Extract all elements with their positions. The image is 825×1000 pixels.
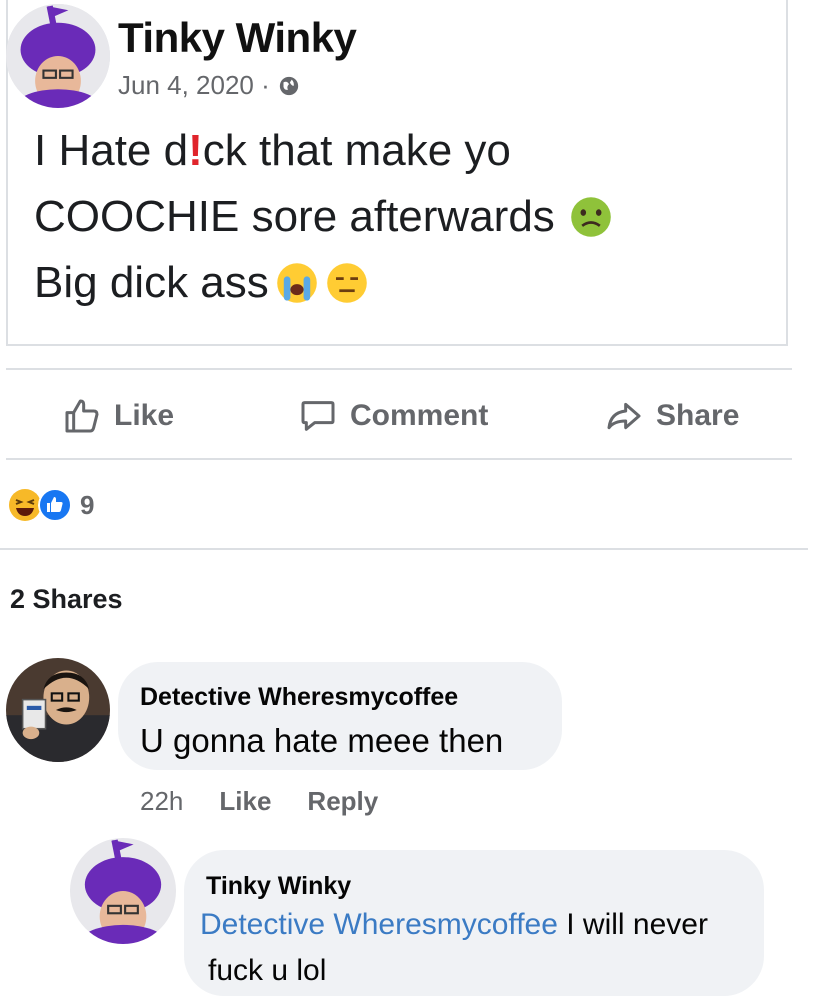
reaction-count: 9 [80,489,95,520]
reply-text-line-1: Detective Wheresmycoffee I will never [200,908,708,942]
comment-timestamp[interactable]: 22h [140,786,183,817]
divider-bottom-actions [6,458,792,460]
comment-button[interactable]: Comment [298,396,488,436]
divider-top-actions [6,368,792,370]
shares-count[interactable]: 2 Shares [10,584,123,615]
reply-text-line-2: fuck u lol [208,954,327,987]
post-text-line-3-text: Big dick ass [34,258,269,307]
comment-icon [301,401,335,431]
laughing-face-icon [9,489,41,521]
comment-text: U gonna hate meee then [140,722,504,759]
comment-actions: 22h Like Reply [140,786,378,817]
detective-avatar-icon [6,658,110,762]
reply-text-after-mention: I will never [557,908,708,941]
reply-author-avatar[interactable] [70,838,176,944]
expressionless-face-icon [326,263,367,303]
thumbs-up-outline-icon [65,399,99,433]
comment-author-name[interactable]: Detective Wheresmycoffee [140,683,458,712]
divider-reactions [0,548,808,550]
teletubby-avatar-icon [6,4,110,108]
post-author-name[interactable]: Tinky Winky [118,14,357,62]
red-exclamation-mark: ! [188,126,203,175]
share-button[interactable]: Share [604,396,739,436]
reactions-summary[interactable]: 9 [8,488,94,522]
post-text-line-1: I Hate d! ck that make yo [34,118,754,184]
loudly-crying-face-icon [276,263,317,303]
comment-reply-button[interactable]: Reply [307,786,378,817]
like-button[interactable]: Like [62,396,174,436]
share-arrow-icon [607,402,641,430]
post-text-line-2: COOCHIE sore afterwards [34,184,754,250]
comment-like-button[interactable]: Like [219,786,271,817]
globe-icon [279,76,298,95]
post-meta: Jun 4, 2020 · [118,70,300,101]
post-date[interactable]: Jun 4, 2020 · [118,70,270,101]
share-button-label: Share [656,399,740,432]
commenter-avatar[interactable] [6,658,110,762]
post-text-line-2-text: COOCHIE sore afterwards [34,192,555,241]
nauseated-face-icon [571,197,611,237]
thumbs-up-icon [38,488,72,522]
post-text-line-3: Big dick ass [34,250,754,316]
comment-button-label: Comment [350,399,489,432]
post-author-avatar[interactable] [6,4,110,108]
reply-author-name[interactable]: Tinky Winky [206,872,351,901]
post-text: I Hate d! ck that make yo COOCHIE sore af… [34,118,754,316]
teletubby-avatar-icon [70,838,176,944]
reply-mention-link[interactable]: Detective Wheresmycoffee [200,908,558,941]
like-button-label: Like [114,399,175,432]
